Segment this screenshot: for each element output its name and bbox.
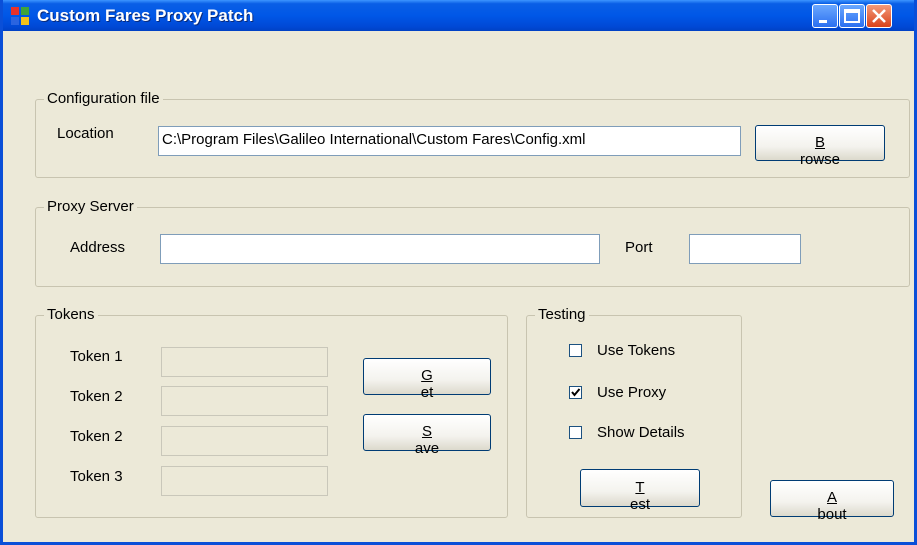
tokens-legend: Tokens xyxy=(44,306,98,323)
about-button[interactable]: About xyxy=(770,480,894,523)
save-mnemonic: S xyxy=(421,423,432,440)
port-label: Port xyxy=(625,239,653,256)
close-icon xyxy=(872,9,886,23)
proxy-server-legend: Proxy Server xyxy=(44,198,137,215)
browse-button[interactable]: Browse xyxy=(755,125,885,168)
address-label: Address xyxy=(70,239,126,256)
browse-label: rowse xyxy=(799,151,840,168)
app-icon[interactable] xyxy=(11,7,29,25)
window-title: Custom Fares Proxy Patch xyxy=(37,6,254,25)
use-tokens-checkbox[interactable] xyxy=(569,344,582,357)
port-input[interactable] xyxy=(689,234,801,264)
save-label: ave xyxy=(414,440,440,457)
close-button[interactable] xyxy=(866,4,892,28)
token-input[interactable] xyxy=(161,466,328,496)
browse-mnemonic: B xyxy=(814,134,825,151)
token-label: Token 3 xyxy=(70,468,123,485)
minimize-icon xyxy=(819,20,827,23)
use-tokens-label[interactable]: Use Tokens xyxy=(597,342,675,359)
save-button[interactable]: Save xyxy=(363,414,491,457)
get-mnemonic: G xyxy=(421,367,433,384)
token-label: Token 1 xyxy=(70,348,123,365)
token-input[interactable] xyxy=(161,347,328,377)
title-bar[interactable]: Custom Fares Proxy Patch xyxy=(3,0,914,31)
maximize-icon xyxy=(844,9,860,23)
test-mnemonic: T xyxy=(635,479,645,496)
test-button[interactable]: Test xyxy=(580,469,700,513)
app-window: Custom Fares Proxy Patch Configuration f… xyxy=(0,0,917,545)
use-proxy-label[interactable]: Use Proxy xyxy=(597,384,666,401)
check-icon xyxy=(571,388,581,397)
location-input[interactable]: C:\Program Files\Galileo International\C… xyxy=(158,126,741,156)
token-label: Token 2 xyxy=(70,428,123,445)
token-label: Token 2 xyxy=(70,388,123,405)
get-button[interactable]: Get xyxy=(363,358,491,401)
about-label: bout xyxy=(817,506,847,523)
config-file-legend: Configuration file xyxy=(44,90,163,107)
minimize-button[interactable] xyxy=(812,4,838,28)
maximize-button[interactable] xyxy=(839,4,865,28)
test-label: est xyxy=(629,496,650,513)
get-label: et xyxy=(420,384,434,401)
testing-legend: Testing xyxy=(535,306,589,323)
show-details-checkbox[interactable] xyxy=(569,426,582,439)
token-input[interactable] xyxy=(161,386,328,416)
show-details-label[interactable]: Show Details xyxy=(597,424,685,441)
address-input[interactable] xyxy=(160,234,600,264)
token-input[interactable] xyxy=(161,426,328,456)
use-proxy-checkbox[interactable] xyxy=(569,386,582,399)
location-label: Location xyxy=(57,125,114,142)
about-mnemonic: A xyxy=(826,489,837,506)
